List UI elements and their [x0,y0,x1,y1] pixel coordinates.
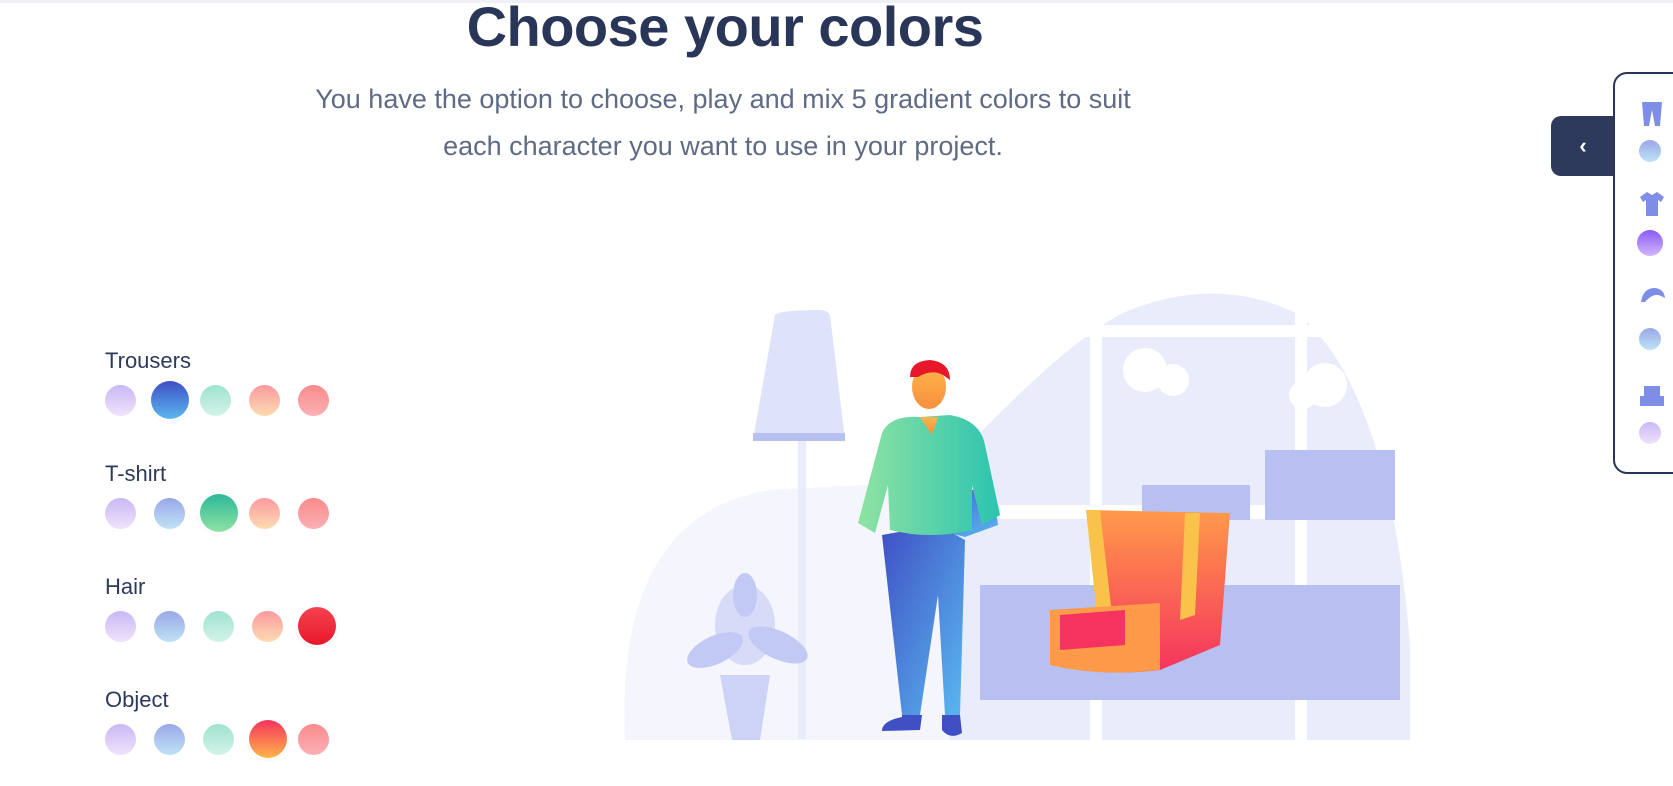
page-subtitle: You have the option to choose, play and … [283,76,1163,170]
swatch-row [105,491,347,535]
tshirt-icon [1640,192,1664,216]
panel-toggle-button[interactable]: ‹ [1551,116,1615,176]
lamp-shade-rim [753,433,845,441]
mini-swatch [1639,140,1661,162]
character-shoe [942,715,962,736]
swatch-lilac[interactable] [105,384,136,416]
swatch-lilac[interactable] [105,610,136,642]
swatch-mint[interactable] [200,384,231,416]
group-label: Hair [105,574,146,599]
swatch-mint[interactable] [203,610,234,642]
plant-leaf [733,573,757,617]
group-label: Object [105,687,169,712]
swatch-redorange-selected[interactable] [249,720,287,758]
swatch-peach[interactable] [249,497,280,529]
panel-item-tshirt[interactable] [1639,190,1665,223]
mini-swatch [1639,328,1661,350]
window-frame [1060,325,1400,337]
panel-item-object[interactable] [1639,382,1665,415]
armchair-cushion [1060,610,1125,650]
lamp-shade [753,310,845,440]
color-summary-panel [1613,72,1673,474]
hair-color-group: Hair [105,574,347,648]
swatch-mint[interactable] [203,723,234,755]
page-title: Choose your colors [466,0,984,58]
swatch-salmon[interactable] [298,723,329,755]
trousers-color-group: Trousers [105,348,347,422]
swatch-row [105,604,347,648]
character-illustration [624,293,1410,740]
swatch-blue[interactable] [154,723,185,755]
swatch-blue[interactable] [154,610,185,642]
group-label: T-shirt [105,461,167,486]
building [1265,450,1395,520]
object-color-group: Object [105,687,347,761]
trousers-icon [1642,102,1662,126]
cloud [1289,381,1317,409]
armchair-icon [1640,386,1664,406]
panel-item-trousers[interactable] [1639,100,1665,133]
swatch-lilac[interactable] [105,723,136,755]
mini-swatch [1639,422,1661,444]
lamp-pole [798,441,806,739]
swatch-red-selected[interactable] [298,607,336,645]
group-label: Trousers [105,348,191,373]
swatch-lilac[interactable] [105,497,136,529]
subtitle-line-1: You have the option to choose, play and … [315,84,1131,114]
subtitle-line-2: each character you want to use in your p… [443,131,1003,161]
cloud [1157,364,1189,396]
swatch-blue[interactable] [154,497,185,529]
swatch-green-selected[interactable] [200,494,238,532]
mini-swatch [1637,230,1663,256]
hair-icon [1641,288,1665,302]
swatch-row [105,378,347,422]
chevron-left-icon: ‹ [1579,133,1587,158]
tshirt-color-group: T-shirt [105,461,347,535]
swatch-salmon[interactable] [298,384,329,416]
panel-item-hair[interactable] [1639,284,1665,317]
swatch-peach[interactable] [249,384,280,416]
swatch-row [105,717,347,761]
swatch-salmon[interactable] [298,497,329,529]
swatch-blue-selected[interactable] [151,381,189,419]
swatch-peach[interactable] [252,610,283,642]
